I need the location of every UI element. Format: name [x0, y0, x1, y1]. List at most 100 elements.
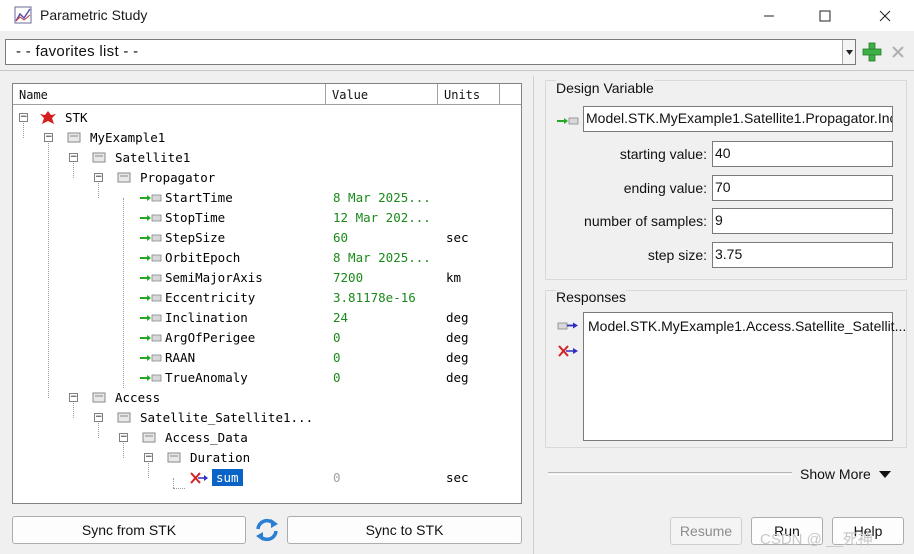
input-variable-icon [140, 274, 162, 282]
collapse-toggle[interactable]: − [19, 113, 28, 122]
column-header-units[interactable]: Units [438, 84, 500, 105]
watermark: CSDN @ __死神 [760, 531, 873, 548]
minimize-button[interactable] [746, 0, 792, 31]
tree-line [173, 488, 185, 489]
show-more-label: Show More [800, 466, 871, 482]
add-response-icon[interactable] [557, 321, 579, 330]
collapse-toggle[interactable]: − [94, 173, 103, 182]
tree-row-stk[interactable]: − STK [13, 108, 521, 128]
chevron-down-icon [845, 49, 853, 55]
tree-row-value: 8 Mar 2025... [333, 190, 431, 205]
tree-row-label: RAAN [165, 350, 196, 365]
collapse-toggle[interactable]: − [119, 433, 128, 442]
tree-row-sum[interactable]: sum 0 sec [13, 468, 521, 488]
tree-row-label: Satellite_Satellite1... [140, 410, 314, 425]
object-tree[interactable]: Name Value Units − STK − MyExample1 − Sa… [12, 83, 522, 504]
input-variable-icon [140, 294, 162, 302]
tree-row-access-data[interactable]: − Access_Data [13, 428, 521, 448]
number-of-samples-label: number of samples: [584, 213, 707, 229]
tree-row-raan[interactable]: RAAN 0 deg [13, 348, 521, 368]
column-header-value[interactable]: Value [326, 84, 438, 105]
collapse-toggle[interactable]: − [144, 453, 153, 462]
tree-row-value: 0 [333, 370, 341, 385]
maximize-icon [819, 10, 831, 21]
remove-favorite-icon[interactable] [890, 44, 906, 60]
input-variable-icon [557, 117, 579, 125]
design-variable-path-field[interactable]: Model.STK.MyExample1.Satellite1.Propagat… [583, 106, 893, 132]
design-variable-title: Design Variable [556, 80, 654, 96]
tree-row-label: Propagator [140, 170, 216, 185]
input-variable-icon [140, 194, 162, 202]
collapse-toggle[interactable]: − [69, 393, 78, 402]
tree-row-access[interactable]: − Access [13, 388, 521, 408]
tree-row-label: ArgOfPerigee [165, 330, 256, 345]
collapse-toggle[interactable]: − [44, 133, 53, 142]
ending-value-input[interactable]: 70 [712, 175, 893, 201]
tree-row-myexample1[interactable]: − MyExample1 [13, 128, 521, 148]
folder-node-icon [167, 452, 181, 463]
maximize-button[interactable] [802, 0, 848, 31]
tree-row-trueanomaly[interactable]: TrueAnomaly 0 deg [13, 368, 521, 388]
number-of-samples-input[interactable]: 9 [712, 208, 893, 234]
tree-body: − STK − MyExample1 − Satellite1 − Propag… [13, 106, 521, 503]
tree-row-value: 7200 [333, 270, 364, 285]
tree-row-eccentricity[interactable]: Eccentricity 3.81178e-16 [13, 288, 521, 308]
tree-row-stoptime[interactable]: StopTime 12 Mar 202... [13, 208, 521, 228]
tree-row-inclination[interactable]: Inclination 24 deg [13, 308, 521, 328]
tree-row-propagator[interactable]: − Propagator [13, 168, 521, 188]
tree-row-label: StepSize [165, 230, 226, 245]
tree-row-unit: deg [446, 370, 469, 385]
close-icon [879, 10, 891, 21]
tree-row-label: SemiMajorAxis [165, 270, 263, 285]
collapse-toggle[interactable]: − [94, 413, 103, 422]
input-variable-icon [140, 354, 162, 362]
stk-logo-icon [40, 111, 56, 124]
favorites-dropdown[interactable]: - - favorites list - - [5, 39, 856, 65]
tree-row-satellite1[interactable]: − Satellite1 [13, 148, 521, 168]
collapse-toggle[interactable]: − [69, 153, 78, 162]
input-variable-icon [140, 314, 162, 322]
resume-button[interactable]: Resume [670, 517, 742, 545]
tree-row-value: 0 [333, 350, 341, 365]
sync-to-stk-button[interactable]: Sync to STK [287, 516, 522, 544]
ending-value-label: ending value: [623, 180, 707, 196]
response-item[interactable]: Model.STK.MyExample1.Access.Satellite_Sa… [588, 318, 906, 334]
tree-row-value: 0 [333, 470, 341, 485]
tree-row-label: StartTime [165, 190, 233, 205]
add-favorite-icon[interactable] [862, 42, 882, 62]
responses-list[interactable]: Model.STK.MyExample1.Access.Satellite_Sa… [583, 312, 906, 441]
close-button[interactable] [862, 0, 908, 31]
title-bar: Parametric Study [0, 0, 914, 31]
separator [0, 70, 914, 71]
tree-row-label: STK [65, 110, 88, 125]
tree-row-orbitepoch[interactable]: OrbitEpoch 8 Mar 2025... [13, 248, 521, 268]
tree-row-access-object[interactable]: − Satellite_Satellite1... [13, 408, 521, 428]
tree-row-label: OrbitEpoch [165, 250, 241, 265]
tree-row-label: StopTime [165, 210, 226, 225]
tree-row-unit: sec [446, 230, 469, 245]
remove-response-icon[interactable] [557, 344, 579, 358]
tree-row-label: TrueAnomaly [165, 370, 248, 385]
tree-row-unit: deg [446, 350, 469, 365]
favorites-bar: - - favorites list - - [0, 36, 914, 66]
tree-row-label: Inclination [165, 310, 248, 325]
input-variable-icon [140, 234, 162, 242]
step-size-input[interactable]: 3.75 [712, 242, 893, 268]
sync-icon[interactable] [252, 515, 282, 545]
show-more-button[interactable]: Show More [800, 466, 891, 482]
sync-from-stk-button[interactable]: Sync from STK [12, 516, 246, 544]
tree-row-semimajoraxis[interactable]: SemiMajorAxis 7200 km [13, 268, 521, 288]
column-header-name[interactable]: Name [13, 84, 326, 105]
tree-row-label: Access [115, 390, 161, 405]
tree-header: Name Value Units [13, 84, 521, 105]
dropdown-button[interactable] [842, 40, 855, 64]
tree-row-starttime[interactable]: StartTime 8 Mar 2025... [13, 188, 521, 208]
window-title: Parametric Study [40, 7, 148, 23]
tree-row-stepsize[interactable]: StepSize 60 sec [13, 228, 521, 248]
tree-row-duration[interactable]: − Duration [13, 448, 521, 468]
folder-node-icon [92, 152, 106, 163]
starting-value-label: starting value: [619, 146, 707, 162]
starting-value-input[interactable]: 40 [712, 141, 893, 167]
tree-row-argofperigee[interactable]: ArgOfPerigee 0 deg [13, 328, 521, 348]
input-variable-icon [140, 374, 162, 382]
